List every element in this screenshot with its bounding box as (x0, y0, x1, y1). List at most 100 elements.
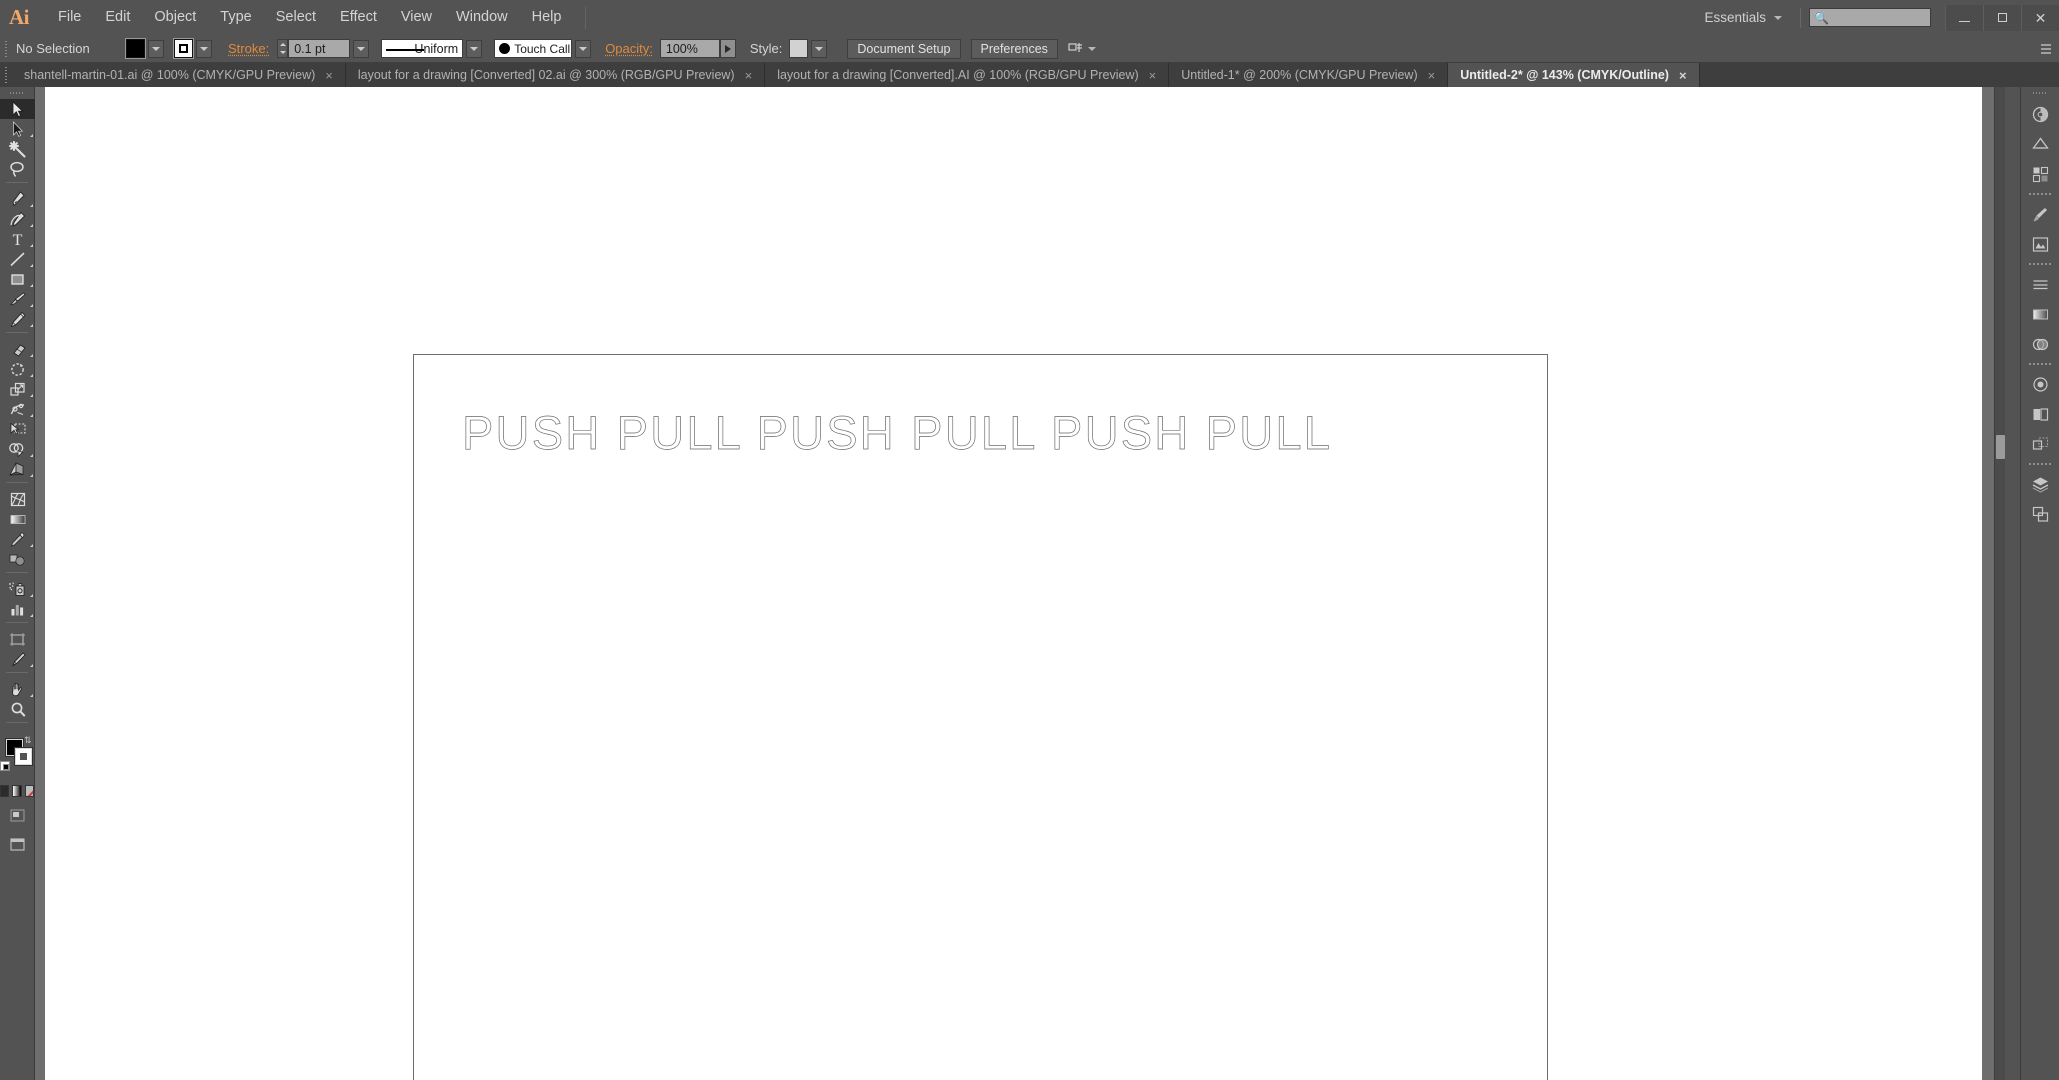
transparency-panel-button[interactable] (2021, 329, 2059, 359)
artboard-tool[interactable] (0, 629, 35, 649)
stroke-weight-field[interactable]: 0.1 pt (288, 39, 351, 58)
screen-mode-button[interactable] (0, 838, 34, 851)
menu-type[interactable]: Type (208, 0, 263, 35)
mesh-tool[interactable] (0, 489, 35, 509)
magic-wand-tool[interactable] (0, 139, 35, 159)
menu-object[interactable]: Object (142, 0, 208, 35)
menu-window[interactable]: Window (444, 0, 520, 35)
document-canvas[interactable]: PUSH PULL PUSH PULL PUSH PULL PUSH PULL … (35, 87, 2005, 1080)
appearance-panel-button[interactable] (2021, 369, 2059, 399)
tab-close-icon[interactable]: × (745, 69, 753, 82)
tab-bar-grip[interactable] (0, 63, 12, 87)
close-button[interactable]: ✕ (2021, 4, 2059, 31)
document-setup-button[interactable]: Document Setup (847, 38, 961, 59)
hand-tool[interactable] (0, 679, 35, 699)
opacity-field[interactable]: 100% (659, 39, 720, 58)
brush-definition-dropdown[interactable] (575, 39, 592, 58)
eyedropper-tool[interactable] (0, 529, 35, 549)
paintbrush-tool[interactable] (0, 289, 35, 309)
swap-fill-stroke-icon[interactable]: ⇅ (24, 735, 32, 746)
menu-help[interactable]: Help (520, 0, 574, 35)
stroke-color-swatch[interactable] (173, 38, 194, 59)
pen-tool[interactable] (0, 189, 35, 209)
shape-builder-tool[interactable] (0, 439, 35, 459)
none-color-icon[interactable] (24, 785, 34, 797)
fill-color-dropdown[interactable] (148, 39, 164, 58)
align-pixel-grid-group[interactable] (1068, 42, 1096, 56)
solid-color-icon[interactable] (0, 785, 10, 797)
menu-file[interactable]: File (46, 0, 93, 35)
scale-tool[interactable] (0, 379, 35, 399)
control-bar-overflow[interactable] (2039, 35, 2053, 63)
selection-tool[interactable] (0, 99, 35, 119)
gradient-tool[interactable] (0, 509, 35, 529)
artboard[interactable]: PUSH PULL PUSH PULL PUSH PULL PUSH PULL … (413, 354, 1548, 1080)
tab-close-icon[interactable]: × (1679, 69, 1687, 82)
direct-selection-tool[interactable] (0, 119, 35, 139)
fill-color-swatch[interactable] (125, 38, 146, 59)
width-tool[interactable] (0, 399, 35, 419)
graphic-styles-panel-button[interactable] (2021, 399, 2059, 429)
workspace-switcher[interactable]: Essentials (1694, 6, 1792, 30)
zoom-tool[interactable] (0, 699, 35, 719)
rotate-tool[interactable] (0, 359, 35, 379)
stroke-weight-stepper[interactable] (277, 39, 289, 58)
opacity-label[interactable]: Opacity: (605, 41, 653, 56)
curvature-tool[interactable] (0, 209, 35, 229)
layers-panel-button[interactable] (2021, 469, 2059, 499)
stroke-weight-dropdown[interactable] (353, 39, 370, 58)
swatches-panel-button[interactable] (2021, 159, 2059, 189)
maximize-button[interactable] (1983, 4, 2021, 31)
type-tool[interactable]: T (0, 229, 35, 249)
tools-panel-grip[interactable] (0, 87, 34, 99)
canvas-vertical-scrollbar[interactable] (1994, 87, 2005, 1080)
menu-effect[interactable]: Effect (328, 0, 389, 35)
eraser-tool[interactable] (0, 339, 35, 359)
gradient-icon[interactable] (12, 785, 22, 797)
graphic-style-swatch[interactable] (789, 39, 809, 58)
opacity-flyout-button[interactable] (719, 39, 736, 58)
document-tab[interactable]: shantell-martin-01.ai @ 100% (CMYK/GPU P… (12, 63, 346, 87)
panel-dock-grip[interactable] (2021, 87, 2059, 99)
menu-view[interactable]: View (389, 0, 444, 35)
search-box[interactable]: 🔍 (1809, 8, 1931, 27)
menu-select[interactable]: Select (264, 0, 328, 35)
stroke-profile-dropdown[interactable] (466, 39, 483, 58)
pencil-tool[interactable] (0, 309, 35, 329)
scrollbar-thumb[interactable] (1996, 435, 2005, 459)
document-tab[interactable]: layout for a drawing [Converted] 02.ai @… (345, 63, 766, 87)
brushes-panel-button[interactable] (2021, 199, 2059, 229)
document-tab[interactable]: Untitled-1* @ 200% (CMYK/GPU Preview) × (1169, 63, 1449, 87)
control-bar-grip[interactable] (0, 35, 12, 63)
rectangle-tool[interactable] (0, 269, 35, 289)
document-tab-active[interactable]: Untitled-2* @ 143% (CMYK/Outline) × (1448, 63, 1700, 87)
symbols-panel-button[interactable] (2021, 229, 2059, 259)
symbol-sprayer-tool[interactable] (0, 579, 35, 599)
stroke-panel-button[interactable] (2021, 269, 2059, 299)
column-graph-tool[interactable] (0, 599, 35, 619)
drawing-mode-button[interactable] (0, 809, 34, 822)
stroke-label[interactable]: Stroke: (228, 41, 269, 56)
tab-close-icon[interactable]: × (1428, 69, 1436, 82)
document-tab[interactable]: layout for a drawing [Converted].AI @ 10… (765, 63, 1170, 87)
lasso-tool[interactable] (0, 159, 35, 179)
tab-close-icon[interactable]: × (325, 69, 333, 82)
brush-definition-combo[interactable]: Touch Callig... (494, 39, 573, 58)
stroke-color-box[interactable] (14, 747, 33, 766)
preferences-button[interactable]: Preferences (970, 38, 1058, 59)
line-segment-tool[interactable] (0, 249, 35, 269)
graphic-style-dropdown[interactable] (811, 39, 828, 58)
search-input[interactable] (1828, 11, 1925, 24)
tab-close-icon[interactable]: × (1149, 69, 1157, 82)
stroke-color-dropdown[interactable] (196, 39, 212, 58)
color-guide-panel-button[interactable] (2021, 129, 2059, 159)
perspective-grid-tool[interactable] (0, 459, 35, 479)
slice-tool[interactable] (0, 649, 35, 669)
blend-tool[interactable] (0, 549, 35, 569)
gradient-panel-button[interactable] (2021, 299, 2059, 329)
artboards-panel-button[interactable] (2021, 499, 2059, 529)
menu-edit[interactable]: Edit (93, 0, 142, 35)
transform-panel-button[interactable] (2021, 429, 2059, 459)
color-panel-button[interactable] (2021, 99, 2059, 129)
stroke-profile-combo[interactable]: Uniform (381, 39, 464, 58)
